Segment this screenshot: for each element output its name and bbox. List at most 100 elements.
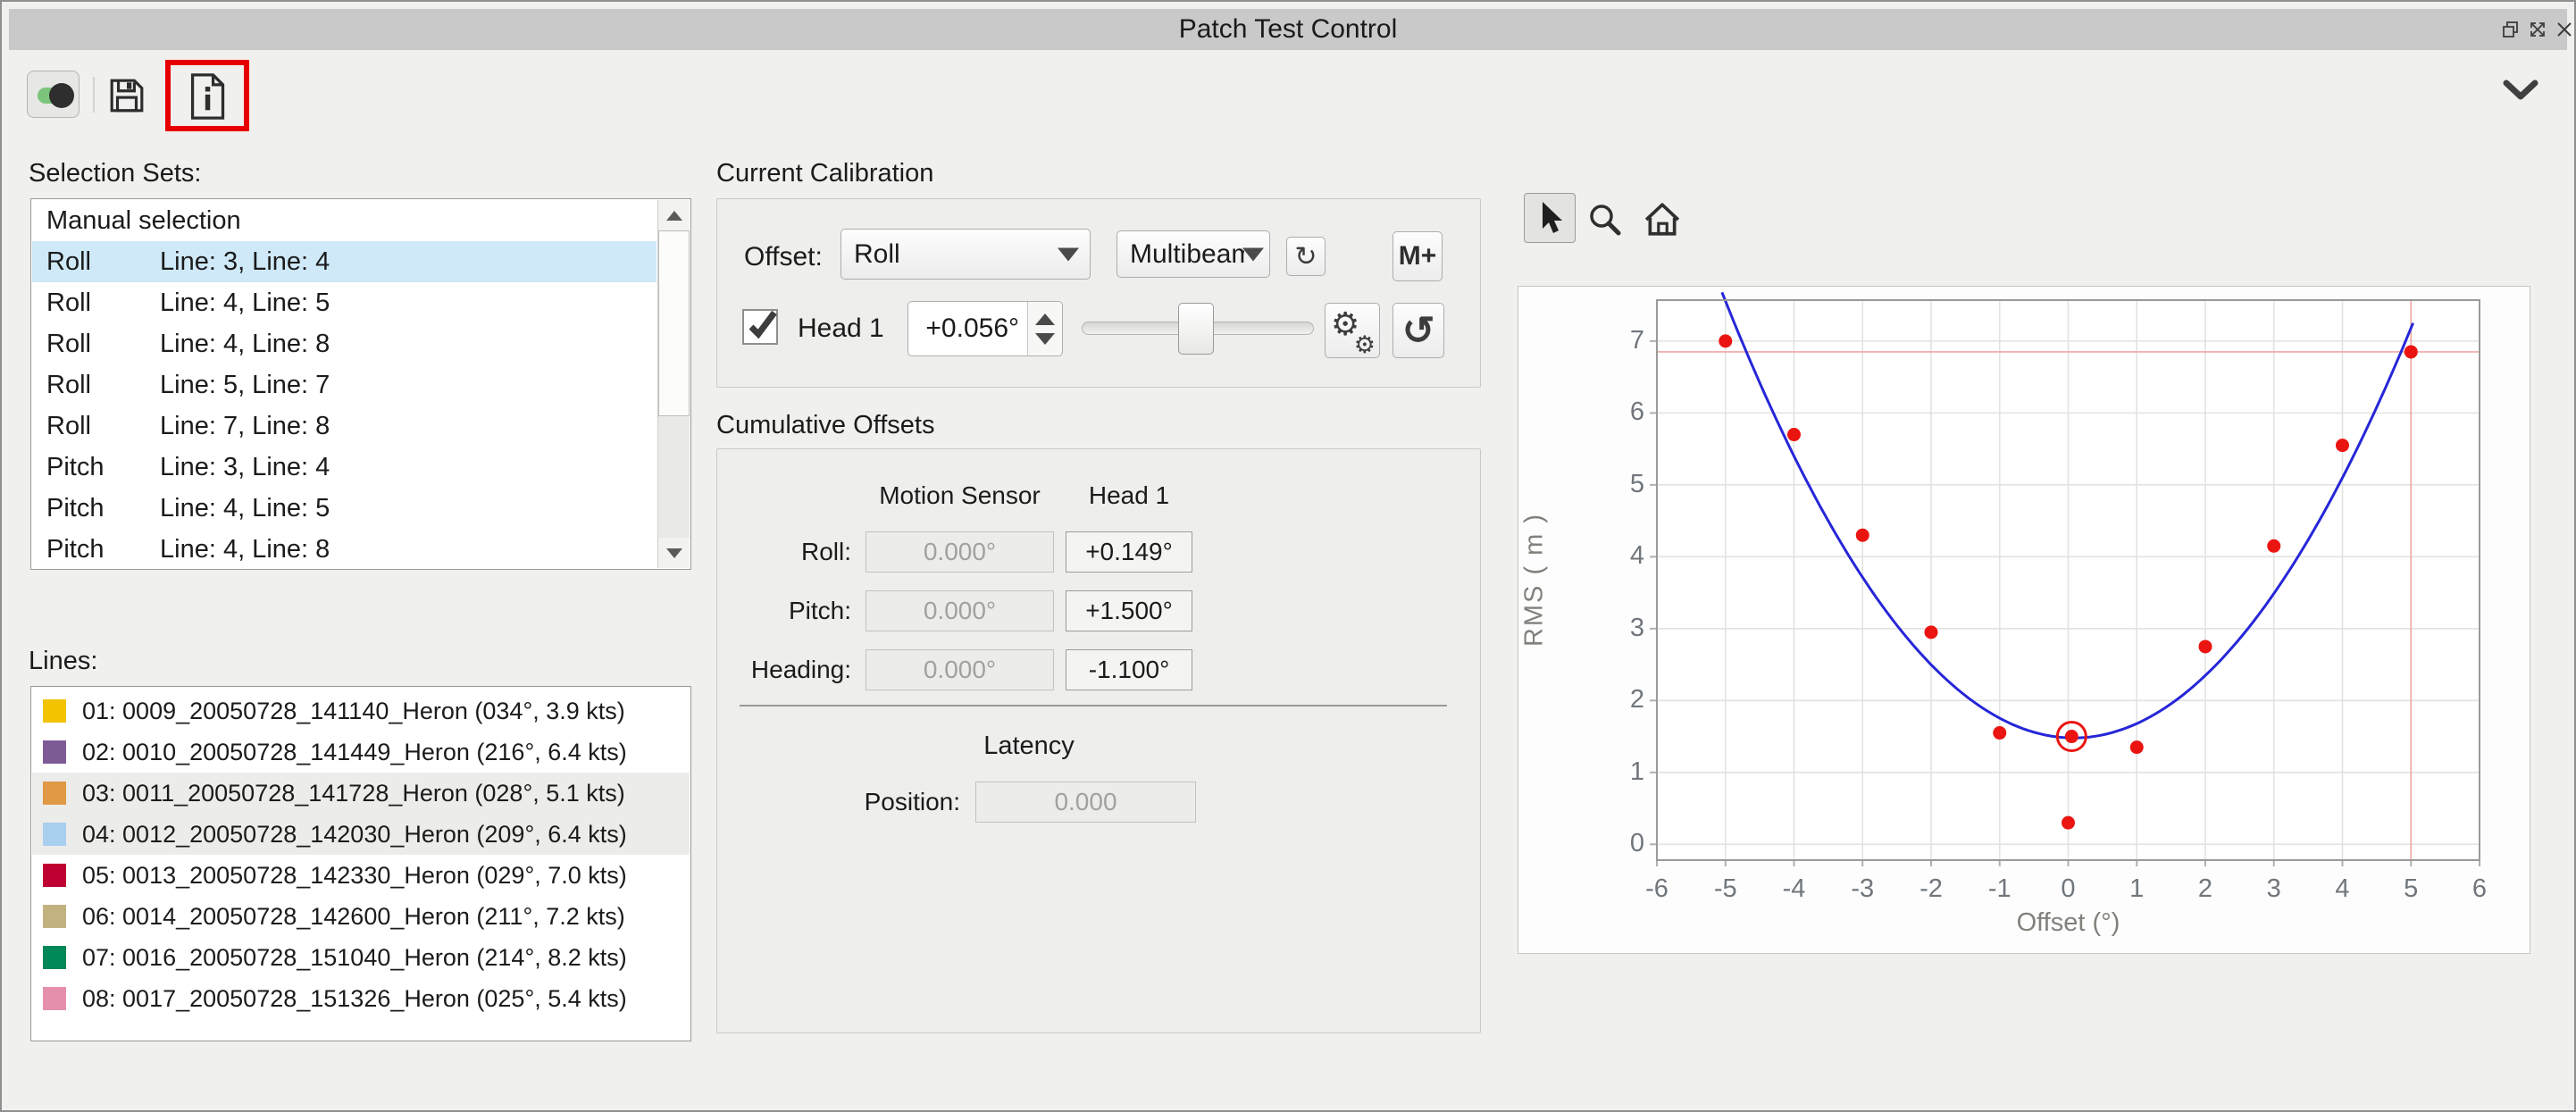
memory-add-button[interactable]: M+ bbox=[1393, 231, 1443, 281]
selection-set-detail: Line: 3, Line: 4 bbox=[160, 241, 330, 282]
home-icon bbox=[1643, 202, 1681, 238]
refresh-button[interactable]: ↻ bbox=[1286, 237, 1326, 276]
info-document-icon bbox=[187, 71, 228, 122]
rms-offset-chart[interactable]: 01234567-6-5-4-3-2-10123456 RMS ( m ) Of… bbox=[1518, 286, 2530, 954]
spin-up-icon[interactable] bbox=[1035, 314, 1055, 325]
line-text: 05: 0013_20050728_142330_Heron (029°, 7.… bbox=[82, 855, 627, 896]
motion-sensor-column-header: Motion Sensor bbox=[866, 481, 1054, 510]
selection-set-row[interactable]: RollLine: 4, Line: 5 bbox=[32, 282, 657, 323]
processing-report-button[interactable] bbox=[185, 70, 230, 123]
head1-offset-slider[interactable] bbox=[1082, 303, 1314, 355]
line-row[interactable]: 03: 0011_20050728_141728_Heron (028°, 5.… bbox=[32, 773, 690, 814]
head1-offset-value[interactable]: +0.056° bbox=[908, 302, 1026, 355]
chart-plot-area[interactable] bbox=[1657, 300, 2480, 860]
head1-offset-spinbox[interactable]: +0.056° bbox=[907, 301, 1063, 356]
slider-handle[interactable] bbox=[1178, 303, 1214, 355]
selection-set-detail: Line: 4, Line: 8 bbox=[160, 529, 330, 568]
toolbar-separator bbox=[93, 77, 95, 113]
maximize-window-icon[interactable] bbox=[2528, 20, 2547, 39]
data-point bbox=[2062, 816, 2075, 830]
x-tick-label: 0 bbox=[2037, 874, 2100, 904]
selection-set-type: Pitch bbox=[46, 488, 104, 529]
line-text: 07: 0016_20050728_151040_Heron (214°, 8.… bbox=[82, 937, 627, 978]
latency-title: Latency bbox=[866, 732, 1192, 761]
selection-set-row[interactable]: RollLine: 4, Line: 8 bbox=[32, 323, 657, 364]
head1-offset-field: -1.100° bbox=[1066, 649, 1192, 690]
chart-zoom-tool-button[interactable] bbox=[1579, 195, 1631, 245]
scrollbar-up-button[interactable] bbox=[658, 200, 690, 230]
selection-set-row[interactable]: Manual selection bbox=[32, 200, 657, 241]
selection-sets-scrollbar[interactable] bbox=[657, 200, 690, 568]
scroll-down-icon bbox=[666, 548, 682, 558]
toggle-active-button[interactable] bbox=[27, 71, 79, 118]
line-text: 06: 0014_20050728_142600_Heron (211°, 7.… bbox=[82, 896, 625, 937]
selection-set-row[interactable]: PitchLine: 3, Line: 4 bbox=[32, 447, 657, 488]
close-window-icon[interactable] bbox=[2555, 20, 2574, 39]
chevron-down-icon bbox=[2503, 79, 2538, 101]
settings-button[interactable]: ⚙ ⚙ bbox=[1325, 303, 1380, 358]
head1-offset-field: +1.500° bbox=[1066, 590, 1192, 631]
line-color-swatch bbox=[43, 987, 66, 1010]
current-calibration-group: Offset: Roll Multibeam ↻ M+ Head 1 +0.05… bbox=[716, 198, 1481, 388]
selection-set-detail: Line: 4, Line: 5 bbox=[160, 488, 330, 529]
line-color-swatch bbox=[43, 740, 66, 764]
selection-sets-list[interactable]: Manual selectionRollLine: 3, Line: 4Roll… bbox=[30, 198, 691, 570]
selection-set-type: Manual selection bbox=[46, 200, 241, 241]
sonar-type-value: Multibeam bbox=[1130, 239, 1244, 270]
float-window-icon[interactable] bbox=[2501, 20, 2521, 39]
data-point bbox=[1925, 625, 1938, 639]
reset-button[interactable]: ↺ bbox=[1393, 303, 1444, 358]
data-point bbox=[2065, 730, 2078, 743]
line-row[interactable]: 05: 0013_20050728_142330_Heron (029°, 7.… bbox=[32, 855, 690, 896]
data-point bbox=[2336, 439, 2349, 452]
chart-home-button[interactable] bbox=[1636, 195, 1688, 245]
line-row[interactable]: 02: 0010_20050728_141449_Heron (216°, 6.… bbox=[32, 732, 690, 773]
scrollbar-down-button[interactable] bbox=[658, 538, 690, 568]
line-row[interactable]: 07: 0016_20050728_151040_Heron (214°, 8.… bbox=[32, 937, 690, 978]
selection-set-row[interactable]: RollLine: 5, Line: 7 bbox=[32, 364, 657, 406]
selection-set-detail: Line: 7, Line: 8 bbox=[160, 406, 330, 447]
line-color-swatch bbox=[43, 699, 66, 723]
line-color-swatch bbox=[43, 823, 66, 846]
chart-pointer-tool-button[interactable] bbox=[1524, 193, 1576, 243]
dropdown-arrow-icon bbox=[1242, 247, 1264, 261]
motion-sensor-field: 0.000° bbox=[866, 590, 1054, 631]
x-tick-label: 3 bbox=[2243, 874, 2305, 904]
head1-checkbox[interactable] bbox=[742, 309, 778, 345]
line-color-swatch bbox=[43, 864, 66, 887]
sonar-type-dropdown[interactable]: Multibeam bbox=[1117, 230, 1270, 278]
x-tick-label: -4 bbox=[1763, 874, 1826, 904]
y-axis-label: RMS ( m ) bbox=[1520, 490, 1550, 669]
scrollbar-thumb[interactable] bbox=[658, 230, 690, 416]
undo-icon: ↺ bbox=[1402, 308, 1435, 354]
latency-divider bbox=[740, 705, 1447, 706]
collapse-panel-button[interactable] bbox=[2501, 77, 2540, 104]
x-tick-label: -6 bbox=[1626, 874, 1688, 904]
line-row[interactable]: 04: 0012_20050728_142030_Heron (209°, 6.… bbox=[32, 814, 690, 855]
selection-set-type: Pitch bbox=[46, 529, 104, 568]
selection-set-row[interactable]: Pitch Line: 4, Line: 8 bbox=[32, 529, 657, 568]
selection-set-row[interactable]: Pitch Line: 4, Line: 5 bbox=[32, 488, 657, 529]
line-row[interactable]: 06: 0014_20050728_142600_Heron (211°, 7.… bbox=[32, 896, 690, 937]
selection-set-row[interactable]: RollLine: 7, Line: 8 bbox=[32, 406, 657, 447]
spin-down-icon[interactable] bbox=[1035, 333, 1055, 345]
line-row[interactable]: 08: 0017_20050728_151326_Heron (025°, 5.… bbox=[32, 978, 690, 1019]
offset-type-dropdown[interactable]: Roll bbox=[841, 229, 1091, 280]
selection-set-row[interactable]: RollLine: 3, Line: 4 bbox=[32, 241, 657, 282]
offset-label: Offset: bbox=[744, 242, 823, 272]
magnifier-icon bbox=[1587, 202, 1623, 238]
selection-sets-rows: Manual selectionRollLine: 3, Line: 4Roll… bbox=[32, 200, 657, 568]
head1-offset-field: +0.149° bbox=[1066, 531, 1192, 573]
save-button[interactable] bbox=[107, 77, 146, 114]
y-tick-label: 1 bbox=[1589, 757, 1644, 787]
y-tick-label: 5 bbox=[1589, 470, 1644, 499]
selection-set-detail: Line: 3, Line: 4 bbox=[160, 447, 330, 488]
offset-row-label: Heading: bbox=[717, 649, 851, 690]
window-title: Patch Test Control bbox=[9, 14, 2567, 45]
y-tick-label: 3 bbox=[1589, 614, 1644, 643]
line-color-swatch bbox=[43, 946, 66, 969]
line-row[interactable]: 01: 0009_20050728_141140_Heron (034°, 3.… bbox=[32, 690, 690, 732]
selection-set-detail: Line: 4, Line: 5 bbox=[160, 282, 330, 323]
x-tick-label: -2 bbox=[1900, 874, 1962, 904]
lines-list[interactable]: 01: 0009_20050728_141140_Heron (034°, 3.… bbox=[30, 686, 691, 1041]
